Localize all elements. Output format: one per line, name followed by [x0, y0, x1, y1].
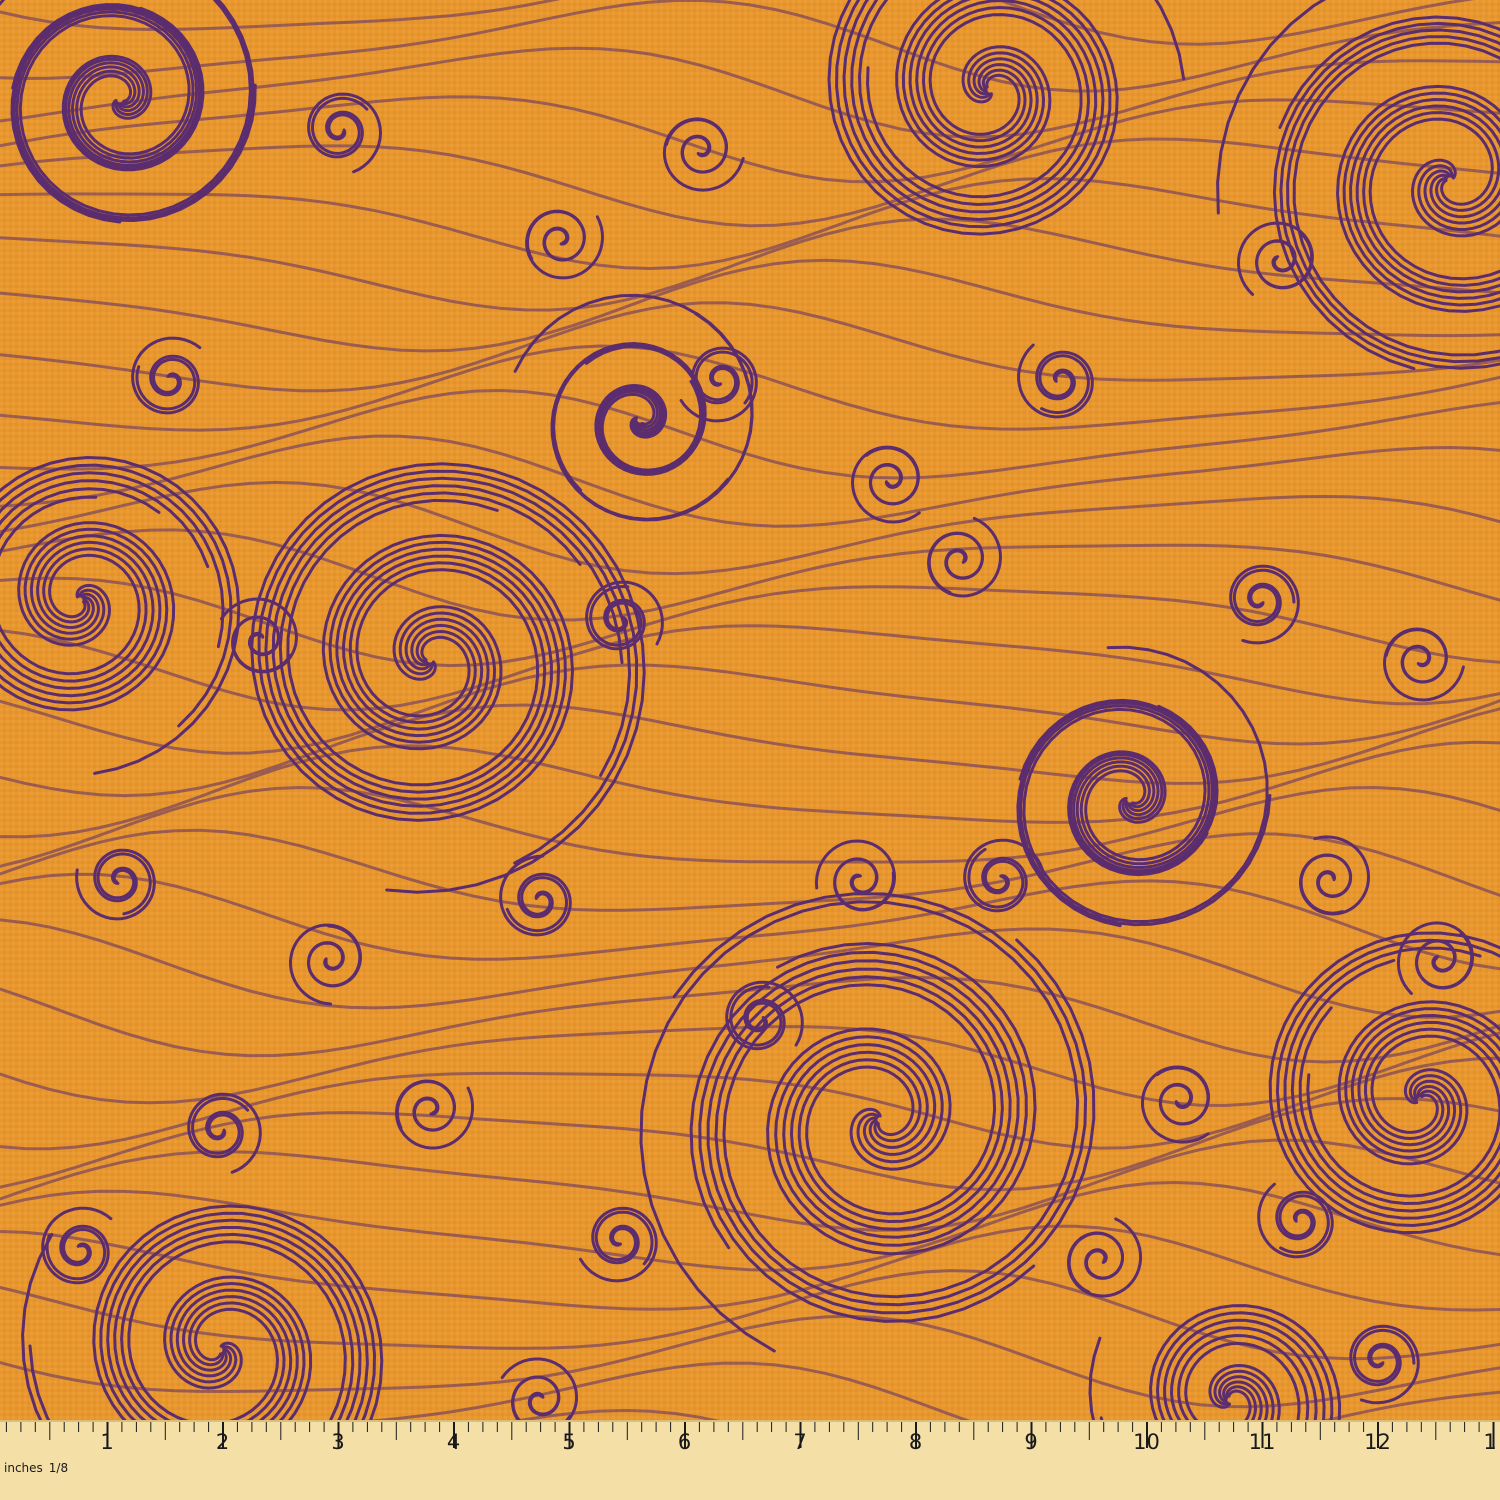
ruler-number: 11 [1248, 1430, 1276, 1454]
measuring-ruler: inches 1/8 1 2 3 4 5 6 7 8 9 10 11 12 1 [0, 1420, 1500, 1500]
ruler-number: 9 [1024, 1430, 1038, 1454]
ruler-number: 1 [1483, 1430, 1497, 1454]
ruler-number: 8 [908, 1430, 923, 1454]
swirl-pattern [0, 0, 1500, 1420]
ruler-number: 4 [446, 1430, 461, 1454]
ruler-number: 6 [677, 1430, 692, 1454]
ruler-number: 10 [1133, 1430, 1160, 1454]
ruler-unit: inches [4, 1461, 43, 1475]
ruler-number: 1 [100, 1430, 114, 1454]
fabric-photo: inches 1/8 1 2 3 4 5 6 7 8 9 10 11 12 1 [0, 0, 1500, 1500]
ruler-unit-label: inches 1/8 [4, 1461, 74, 1475]
swirl-pattern-art [0, 0, 1500, 1420]
ruler-fraction: 1/8 [48, 1461, 69, 1475]
ruler-number: 7 [793, 1430, 807, 1454]
ruler-number: 3 [331, 1430, 345, 1454]
ruler-number: 2 [215, 1430, 230, 1454]
ruler-number: 12 [1364, 1430, 1391, 1454]
ruler-number: 5 [562, 1430, 576, 1454]
